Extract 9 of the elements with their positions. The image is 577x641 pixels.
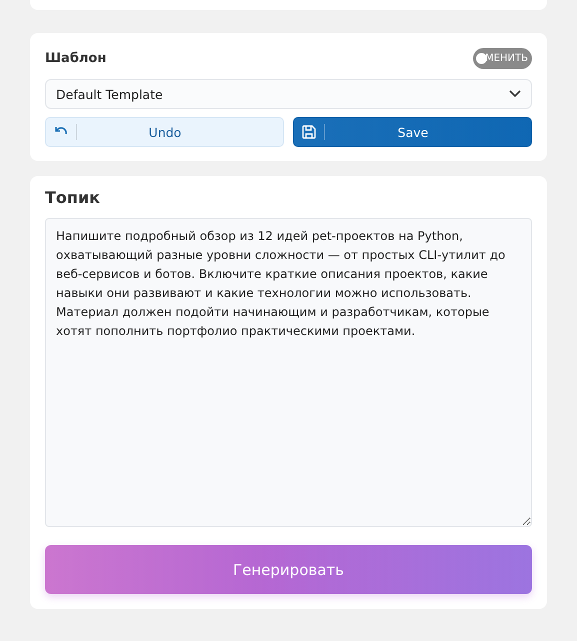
section-title: Топик	[45, 188, 102, 209]
template-dropdown[interactable]: Default Template	[45, 79, 532, 109]
generate-button[interactable]: Генерировать	[45, 545, 532, 594]
undo-button[interactable]: Undo	[45, 117, 284, 147]
save-button[interactable]: Save	[293, 117, 532, 147]
save-icon	[302, 125, 316, 139]
section-title: Шаблон	[45, 50, 106, 66]
chevron-down-icon	[509, 90, 521, 98]
topic-text-area[interactable]: Напишите подробный обзор из 12 идей pet-проектов на Python, охватывающий разные уровни сложности — от простых CLI-утилит до веб-сервисов и ботов. Включите краткие описания проектов, какие навыки они развивают и какие технологии можно использовать. Материал должен подойти начинающим и разработчикам, которые хотят пополнить портфолио практическими проектами.	[45, 218, 532, 527]
